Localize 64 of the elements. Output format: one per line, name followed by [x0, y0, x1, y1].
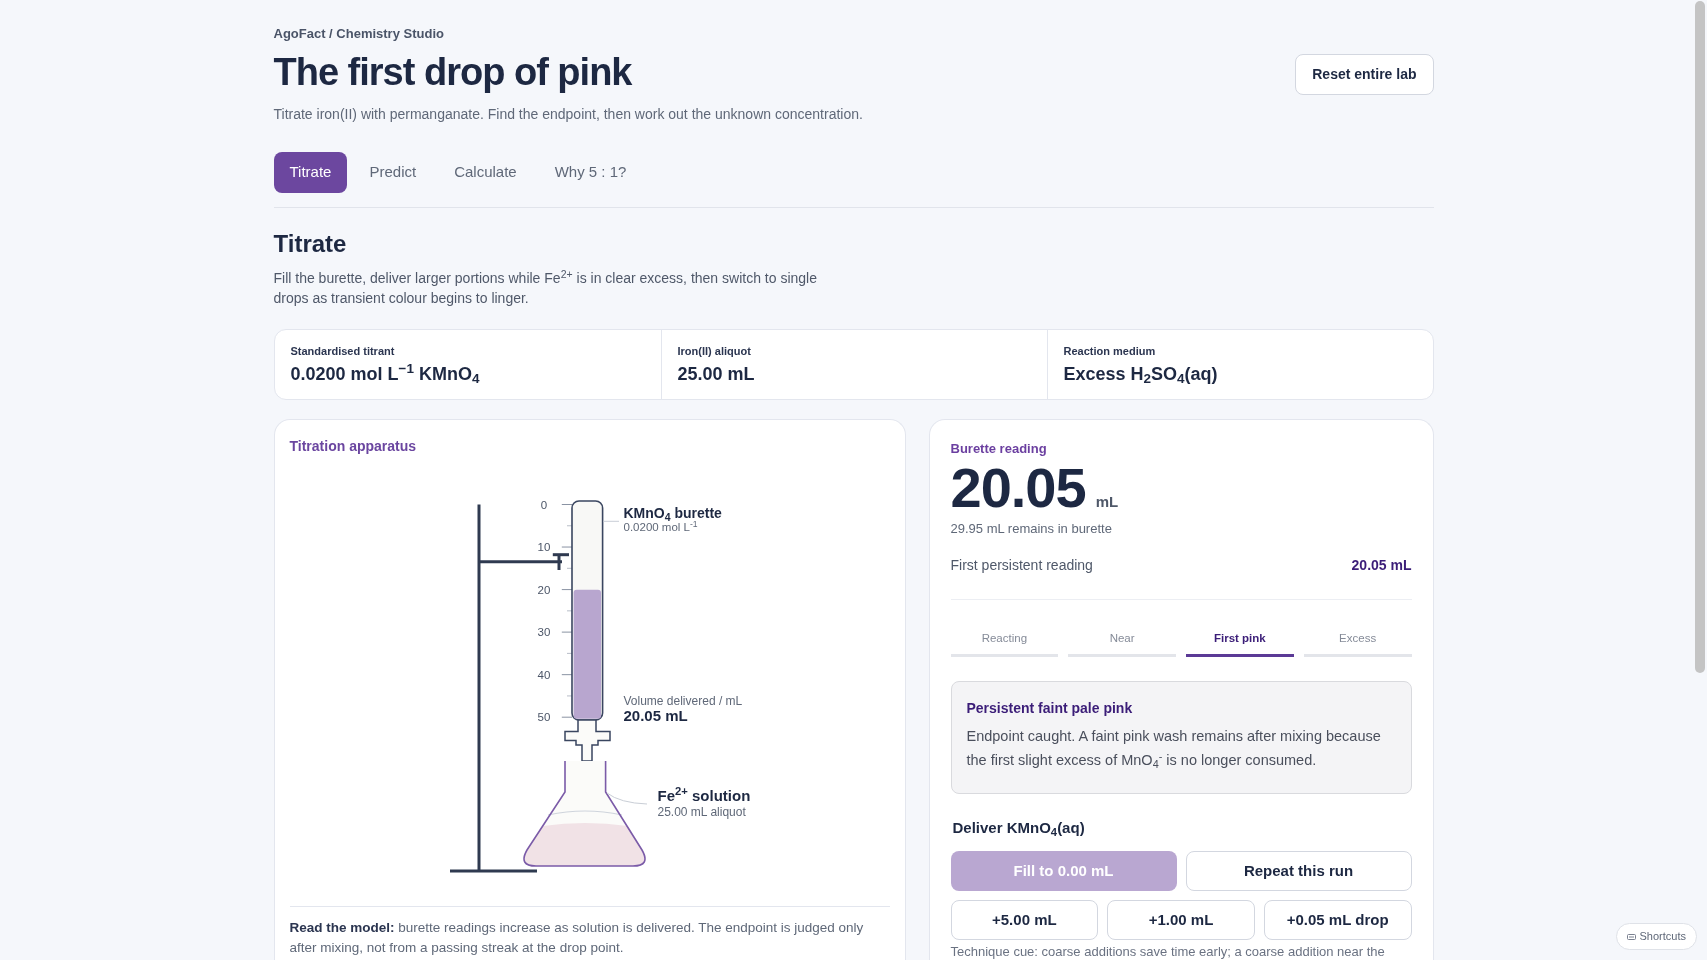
flask-volume-label: 25.00 mL aliquot: [657, 805, 746, 819]
reading-value: 20.05: [950, 462, 1086, 514]
scale-tick: [560, 504, 572, 505]
section-title: Titrate: [273, 229, 348, 259]
panel-title: Titration apparatus: [289, 437, 418, 456]
scale-tick: [560, 716, 572, 718]
scale-tick: [566, 695, 572, 697]
observation-title: Persistent faint pale pink: [966, 699, 1134, 718]
scale-label: 10: [537, 541, 550, 554]
condition-value: 25.00 mL: [677, 363, 756, 386]
delivered-volume-value: 20.05 mL: [623, 707, 688, 724]
stage-tab[interactable]: First pink: [1186, 630, 1294, 657]
stage-tab[interactable]: Reacting: [950, 630, 1059, 657]
keyboard-icon: [1626, 933, 1636, 940]
leader-line: [602, 520, 619, 522]
deliver-title: Deliver KMnO$_{4}$(aq): [952, 818, 1086, 838]
observation-text: Endpoint caught. A faint pink wash remains after mixing because the first slight excess of MnO$_{4}$$^{-}$ is no longer consumed.: [966, 727, 1382, 772]
flask-label: Fe$^{2+}$ solution: [657, 787, 751, 805]
reading-unit: mL: [1095, 493, 1119, 511]
scale-tick: [566, 610, 572, 612]
remaining-volume: 29.95 mL remains in burette: [950, 520, 1113, 538]
page-title: The first drop of pink: [273, 50, 633, 95]
scale-label: 40: [537, 668, 550, 681]
technique-cue: Technique cue: coarse additions save time early; a coarse addition near the: [950, 944, 1386, 960]
scale-label: 50: [537, 711, 550, 724]
tab[interactable]: Why 5 : 1?: [538, 152, 643, 193]
condition-value: 0.0200 mol L$^{−1}$ KMnO$_{4}$: [290, 362, 481, 386]
condition-label: Iron(II) aliquot: [677, 344, 752, 359]
scale-tick: [566, 567, 572, 569]
scale-label: 20: [537, 583, 550, 596]
model-note: Read the model: burette readings increase as solution is delivered. The endpoint is judged only after mixing, not from a passing streak at the drop point.: [289, 919, 865, 957]
page-subtitle: Titrate iron(II) with permanganate. Find the endpoint, then work out the unknown concentration.: [273, 105, 863, 124]
scale-tick: [566, 525, 572, 527]
tab[interactable]: Calculate: [438, 152, 533, 193]
scale-label: 0: [540, 498, 547, 511]
reading-label: Burette reading: [950, 440, 1048, 458]
section-intro: Fill the burette, deliver larger portions while Fe$^{2+}$ is in clear excess, then switch to single drops as transient colour begins to linger.: [273, 268, 818, 308]
scrollbar-thumb[interactable]: [1695, 1, 1705, 673]
persistent-reading-label: First persistent reading: [950, 556, 1093, 575]
tab[interactable]: Titrate: [273, 152, 348, 193]
add-volume-button[interactable]: +5.00 mL: [950, 900, 1099, 940]
scale-label: 30: [537, 626, 550, 639]
scale-tick: [566, 652, 572, 654]
delivered-volume-label: Volume delivered / mL: [623, 694, 743, 708]
scale-tick: [560, 631, 572, 633]
persistent-reading-value: 20.05 mL: [1351, 556, 1412, 575]
scale-tick: [560, 674, 572, 676]
stage-tab[interactable]: Near: [1068, 630, 1176, 657]
action-button[interactable]: Repeat this run: [1185, 851, 1412, 891]
tab[interactable]: Predict: [353, 152, 433, 193]
shortcuts-button[interactable]: Shortcuts: [1615, 923, 1697, 950]
stage-tab[interactable]: Excess: [1303, 630, 1412, 657]
reset-button[interactable]: Reset entire lab: [1295, 54, 1434, 95]
scale-tick: [560, 589, 572, 591]
add-volume-button[interactable]: +0.05 mL drop: [1263, 900, 1412, 940]
condition-value: Excess H$_{2}$SO$_{4}$(aq): [1063, 363, 1219, 386]
breadcrumb: AgoFact / Chemistry Studio: [273, 25, 445, 43]
burette-concentration: 0.0200 mol L$^{-1}$: [623, 521, 698, 534]
condition-label: Standardised titrant: [290, 344, 396, 359]
burette-label: KMnO$_{4}$ burette: [623, 505, 722, 521]
condition-label: Reaction medium: [1063, 344, 1157, 359]
scale-tick: [560, 546, 572, 548]
add-volume-button[interactable]: +1.00 mL: [1107, 900, 1255, 940]
leader-line: [606, 792, 647, 805]
